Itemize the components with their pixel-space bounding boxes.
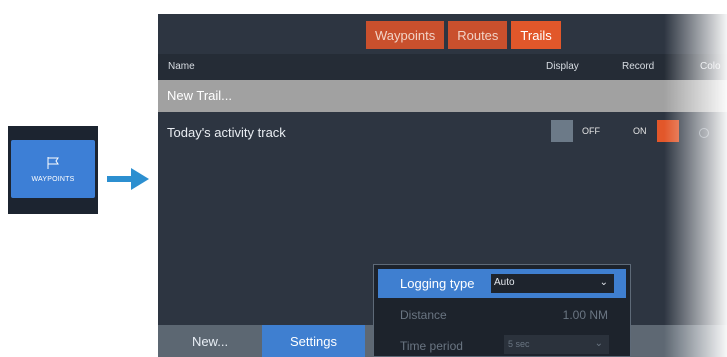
column-record[interactable]: Record — [622, 61, 654, 72]
tab-routes[interactable]: Routes — [448, 21, 508, 49]
arrow-right-icon — [107, 168, 149, 190]
tab-bar: Waypoints Routes Trails — [366, 21, 561, 49]
new-button[interactable]: New... — [158, 325, 262, 357]
trail-name: Today's activity track — [167, 125, 286, 140]
column-color[interactable]: Colo — [700, 61, 721, 72]
logging-type-value: Auto — [494, 277, 515, 288]
tab-waypoints[interactable]: Waypoints — [366, 21, 445, 49]
record-toggle-state: ON — [633, 126, 647, 136]
distance-value: 1.00 NM — [562, 308, 608, 322]
new-trail-row[interactable]: New Trail... — [158, 80, 727, 112]
logging-type-row[interactable]: Logging type Auto ⌄ — [378, 269, 626, 298]
flag-icon — [47, 156, 59, 169]
record-toggle[interactable] — [657, 120, 679, 142]
chevron-down-icon: ⌄ — [599, 277, 608, 288]
time-period-label: Time period — [400, 339, 463, 353]
time-period-value: 5 sec — [508, 339, 530, 349]
time-period-select[interactable]: 5 sec ⌄ — [504, 335, 609, 354]
column-display[interactable]: Display — [546, 61, 579, 72]
logging-type-select[interactable]: Auto ⌄ — [491, 274, 614, 293]
chevron-down-icon: ⌄ — [594, 338, 603, 349]
logging-type-label: Logging type — [400, 276, 475, 291]
trail-settings-popup: Logging type Auto ⌄ Distance 1.00 NM Tim… — [373, 264, 631, 357]
waypoints-thumbnail: WAYPOINTS — [8, 126, 98, 214]
waypoints-button-label: WAYPOINTS — [31, 175, 75, 183]
column-name[interactable]: Name — [168, 61, 195, 72]
tab-trails[interactable]: Trails — [511, 21, 561, 49]
trail-color-swatch[interactable] — [699, 128, 709, 138]
trails-screen: Waypoints Routes Trails Name Display Rec… — [158, 14, 727, 357]
new-trail-label: New Trail... — [167, 88, 233, 103]
trail-row[interactable]: Today's activity track OFF ON — [158, 118, 727, 148]
column-header: Name Display Record Colo — [158, 54, 727, 80]
waypoints-button[interactable]: WAYPOINTS — [11, 140, 95, 198]
settings-button[interactable]: Settings — [262, 325, 365, 357]
distance-label: Distance — [400, 308, 447, 322]
display-toggle[interactable] — [551, 120, 573, 142]
display-toggle-state: OFF — [582, 126, 600, 136]
